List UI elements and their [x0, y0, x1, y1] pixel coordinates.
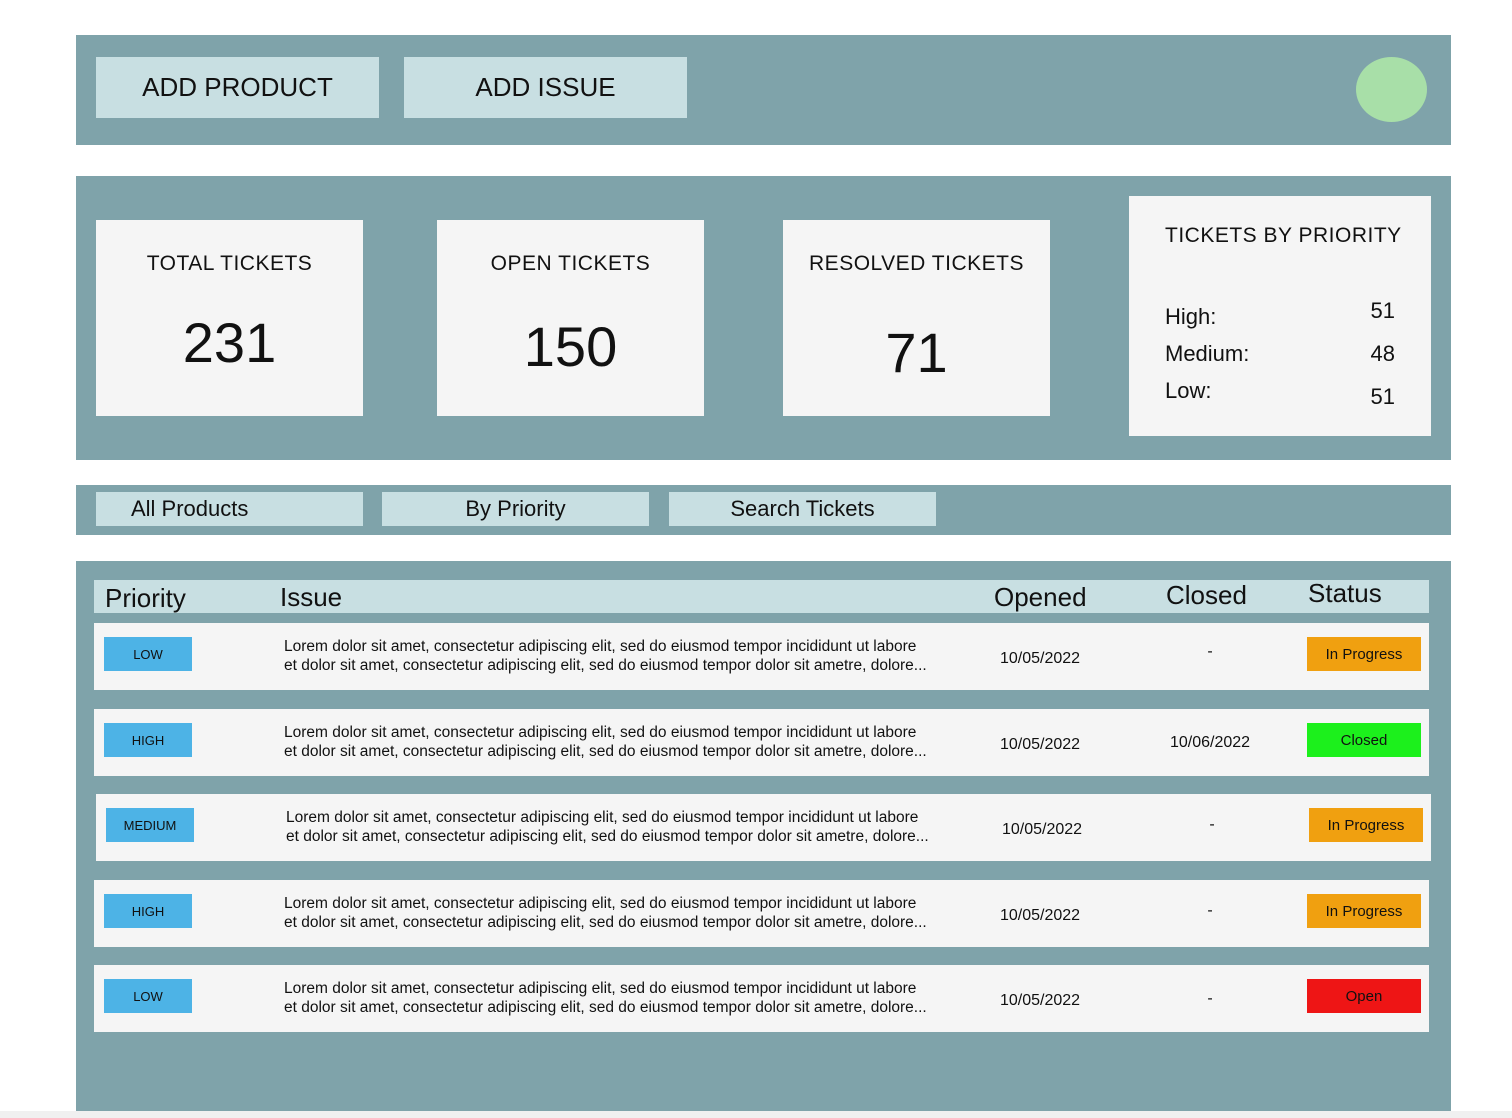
priority-badge: HIGH [104, 894, 192, 928]
closed-date: - [1209, 816, 1215, 833]
tab-all-products[interactable]: All Products [96, 492, 363, 526]
priority-high-value: 51 [1370, 298, 1395, 323]
issue-text-line: et dolor sit amet, consectetur adipiscin… [284, 743, 927, 760]
issue-text-line: Lorem dolor sit amet, consectetur adipis… [286, 809, 919, 826]
stats-panel: TOTAL TICKETS 231 OPEN TICKETS 150 RESOL… [76, 176, 1451, 460]
total-tickets-value: 231 [182, 311, 277, 374]
resolved-tickets-label: RESOLVED TICKETS [809, 252, 1024, 275]
opened-date: 10/05/2022 [1000, 992, 1081, 1009]
table-row[interactable]: HIGH Lorem dolor sit amet, consectetur a… [94, 880, 1429, 947]
issue-text-line: Lorem dolor sit amet, consectetur adipis… [284, 980, 917, 997]
total-tickets-label: TOTAL TICKETS [146, 252, 313, 275]
closed-date: - [1207, 990, 1213, 1007]
table-header: Priority Issue Opened Closed Status [94, 578, 1429, 614]
opened-date: 10/05/2022 [1002, 821, 1083, 838]
header-status[interactable]: Status [1308, 578, 1382, 609]
issue-text-line: et dolor sit amet, consectetur adipiscin… [284, 657, 927, 674]
resolved-tickets-card: RESOLVED TICKETS 71 [783, 220, 1050, 416]
opened-date: 10/05/2022 [1000, 907, 1081, 924]
table-row[interactable]: MEDIUM Lorem dolor sit amet, consectetur… [96, 794, 1431, 861]
status-badge: In Progress [1307, 894, 1421, 928]
filter-tabs: All Products By Priority Search Tickets [76, 485, 1451, 535]
priority-high-label: High: [1165, 304, 1217, 329]
issue-text-line: et dolor sit amet, consectetur adipiscin… [284, 999, 927, 1016]
header-priority[interactable]: Priority [105, 583, 186, 614]
priority-medium-value: 48 [1370, 341, 1395, 366]
open-tickets-card: OPEN TICKETS 150 [437, 220, 704, 416]
status-badge: Closed [1307, 723, 1421, 757]
issue-text: Lorem dolor sit amet, consectetur adipis… [286, 808, 976, 846]
issue-text: Lorem dolor sit amet, consectetur adipis… [284, 979, 974, 1017]
add-product-button[interactable]: ADD PRODUCT [96, 57, 379, 118]
tickets-by-priority-title: TICKETS BY PRIORITY [1165, 224, 1402, 247]
closed-date: 10/06/2022 [1169, 734, 1251, 751]
tab-by-priority[interactable]: By Priority [382, 492, 649, 526]
priority-badge: LOW [104, 979, 192, 1013]
opened-date: 10/05/2022 [1000, 736, 1081, 753]
status-badge: In Progress [1307, 637, 1421, 671]
issue-text-line: Lorem dolor sit amet, consectetur adipis… [284, 724, 917, 741]
priority-badge: MEDIUM [106, 808, 194, 842]
open-tickets-value: 150 [523, 315, 618, 378]
add-issue-button[interactable]: ADD ISSUE [404, 57, 687, 118]
status-badge: Open [1307, 979, 1421, 1013]
priority-badge: HIGH [104, 723, 192, 757]
total-tickets-card: TOTAL TICKETS 231 [96, 220, 363, 416]
status-badge: In Progress [1309, 808, 1423, 842]
tickets-by-priority-card: TICKETS BY PRIORITY High: 51 Medium: 48 … [1129, 196, 1431, 436]
priority-badge: LOW [104, 637, 192, 671]
open-tickets-label: OPEN TICKETS [490, 252, 651, 275]
issue-text: Lorem dolor sit amet, consectetur adipis… [284, 723, 974, 761]
closed-date: - [1207, 902, 1213, 919]
opened-date: 10/05/2022 [1000, 650, 1081, 667]
issue-text: Lorem dolor sit amet, consectetur adipis… [284, 894, 974, 932]
closed-date: - [1207, 643, 1213, 660]
bottom-divider [0, 1111, 1512, 1118]
issue-text-line: et dolor sit amet, consectetur adipiscin… [284, 914, 927, 931]
issue-text-line: et dolor sit amet, consectetur adipiscin… [286, 828, 929, 845]
top-toolbar: ADD PRODUCT ADD ISSUE [76, 35, 1451, 145]
header-issue[interactable]: Issue [280, 582, 342, 613]
header-closed[interactable]: Closed [1166, 580, 1247, 611]
tickets-table-panel: Priority Issue Opened Closed Status LOW … [76, 561, 1451, 1111]
resolved-tickets-value: 71 [885, 321, 948, 384]
avatar[interactable] [1356, 57, 1427, 122]
priority-medium-label: Medium: [1165, 341, 1250, 366]
priority-low-label: Low: [1165, 378, 1212, 403]
priority-low-value: 51 [1370, 384, 1395, 409]
issue-text-line: Lorem dolor sit amet, consectetur adipis… [284, 638, 917, 655]
header-opened[interactable]: Opened [994, 582, 1087, 613]
table-row[interactable]: HIGH Lorem dolor sit amet, consectetur a… [94, 709, 1429, 776]
issue-text: Lorem dolor sit amet, consectetur adipis… [284, 637, 974, 675]
table-row[interactable]: LOW Lorem dolor sit amet, consectetur ad… [94, 965, 1429, 1032]
tab-search-tickets[interactable]: Search Tickets [669, 492, 936, 526]
table-row[interactable]: LOW Lorem dolor sit amet, consectetur ad… [94, 623, 1429, 690]
issue-text-line: Lorem dolor sit amet, consectetur adipis… [284, 895, 917, 912]
